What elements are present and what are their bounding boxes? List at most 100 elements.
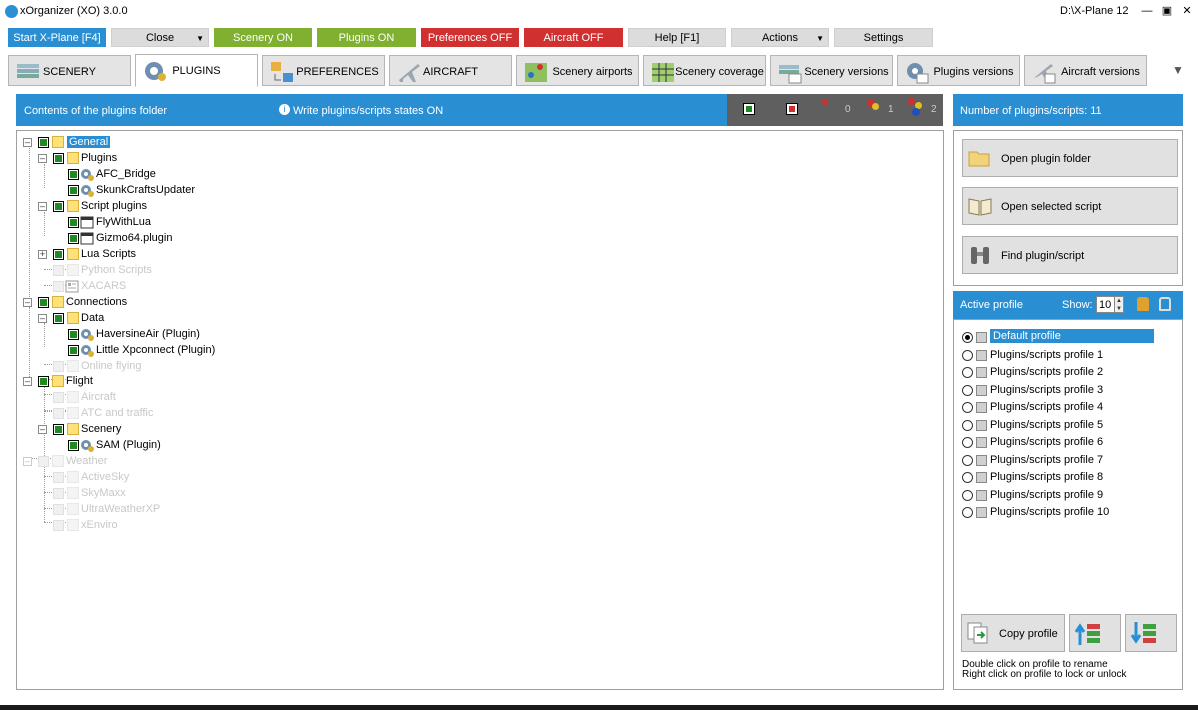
profile-radio[interactable] [962, 437, 973, 448]
enable-checkbox[interactable] [53, 472, 64, 483]
profile-radio[interactable] [962, 385, 973, 396]
find-plugin-button[interactable]: Find plugin/script [962, 236, 1178, 274]
enable-checkbox[interactable] [53, 201, 64, 212]
settings-button[interactable]: Settings [834, 28, 933, 47]
collapse-icon[interactable]: – [23, 298, 32, 307]
unlock-all-icon[interactable] [1159, 297, 1171, 311]
tree-node-gizmo64[interactable]: Gizmo64.plugin [68, 231, 208, 246]
tree-node-xenviro[interactable]: xEnviro [53, 518, 193, 533]
profile-item-4[interactable]: Plugins/scripts profile 4 [962, 399, 1152, 416]
enable-checkbox[interactable] [68, 217, 79, 228]
tree-node-lua-scripts[interactable]: + Lua Scripts [38, 247, 178, 262]
close-button[interactable]: Close ▼ [111, 28, 209, 47]
tab-preferences[interactable]: PREFERENCES [262, 55, 385, 86]
tree-node-flight[interactable]: – Flight [23, 374, 163, 389]
enable-checkbox[interactable] [38, 376, 49, 387]
profile-radio[interactable] [962, 350, 973, 361]
collapse-icon[interactable]: – [23, 138, 32, 147]
profile-item-9[interactable]: Plugins/scripts profile 9 [962, 487, 1152, 504]
tree-node-flywithlua[interactable]: FlyWithLua [68, 215, 208, 230]
enable-checkbox[interactable] [53, 281, 64, 292]
enable-checkbox[interactable] [53, 153, 64, 164]
enable-checkbox[interactable] [53, 424, 64, 435]
open-selected-script-button[interactable]: Open selected script [962, 187, 1178, 225]
profile-item-3[interactable]: Plugins/scripts profile 3 [962, 382, 1152, 399]
enable-checkbox[interactable] [53, 265, 64, 276]
enable-checkbox[interactable] [53, 313, 64, 324]
tab-plugins-versions[interactable]: Plugins versions [897, 55, 1020, 86]
tree-node-scenery[interactable]: – Scenery [38, 422, 178, 437]
tree-node-general[interactable]: – General [23, 135, 143, 150]
collapse-icon[interactable]: – [38, 314, 47, 323]
help-button[interactable]: Help [F1] [628, 28, 726, 47]
collapse-icon[interactable]: – [38, 154, 47, 163]
tab-scenery-coverage[interactable]: Scenery coverage [643, 55, 766, 86]
enable-checkbox[interactable] [38, 297, 49, 308]
tree-node-little-xpconnect[interactable]: Little Xpconnect (Plugin) [68, 343, 238, 358]
enable-checkbox[interactable] [68, 329, 79, 340]
enable-checkbox[interactable] [68, 233, 79, 244]
tree-node-data[interactable]: – Data [38, 311, 178, 326]
profile-radio[interactable] [962, 490, 973, 501]
tree-node-skymaxx[interactable]: SkyMaxx [53, 486, 193, 501]
scenery-on-button[interactable]: Scenery ON [214, 28, 312, 47]
profile-radio[interactable] [962, 455, 973, 466]
tabs-overflow-icon[interactable]: ▼ [1172, 63, 1184, 77]
profile-radio[interactable] [962, 507, 973, 518]
tree-node-afc-bridge[interactable]: AFC_Bridge [68, 167, 208, 182]
profile-item-2[interactable]: Plugins/scripts profile 2 [962, 364, 1152, 381]
profile-item-8[interactable]: Plugins/scripts profile 8 [962, 469, 1152, 486]
tree-node-python-scripts[interactable]: Python Scripts [53, 263, 193, 278]
enable-checkbox[interactable] [53, 361, 64, 372]
collapse-icon[interactable]: – [38, 202, 47, 211]
plugins-on-button[interactable]: Plugins ON [317, 28, 416, 47]
tree-node-weather[interactable]: – Weather [23, 454, 163, 469]
preferences-off-button[interactable]: Preferences OFF [421, 28, 519, 47]
write-states-toggle[interactable]: Write plugins/scripts states ON [293, 105, 443, 117]
expand-icon[interactable]: + [38, 250, 47, 259]
enable-checkbox[interactable] [38, 137, 49, 148]
enable-checkbox[interactable] [68, 185, 79, 196]
start-xplane-button[interactable]: Start X-Plane [F4] [8, 28, 106, 47]
profile-item-default[interactable]: Default profile [962, 329, 1154, 346]
profile-radio[interactable] [962, 402, 973, 413]
enabled-legend-icon[interactable] [743, 103, 755, 115]
tree-node-skunkcrafts-updater[interactable]: SkunkCraftsUpdater [68, 183, 228, 198]
lock-all-icon[interactable] [1137, 297, 1149, 311]
enable-checkbox[interactable] [38, 456, 49, 467]
tree-node-script-plugins[interactable]: – Script plugins [38, 199, 178, 214]
disabled-legend-icon[interactable] [786, 103, 798, 115]
move-profile-down-button[interactable] [1125, 614, 1177, 652]
enable-checkbox[interactable] [53, 488, 64, 499]
tab-aircraft[interactable]: AIRCRAFT [389, 55, 512, 86]
collapse-icon[interactable]: – [23, 377, 32, 386]
tree-node-haversineair[interactable]: HaversineAir (Plugin) [68, 327, 228, 342]
copy-profile-button[interactable]: Copy profile [961, 614, 1065, 652]
tree-node-activesky[interactable]: ActiveSky [53, 470, 193, 485]
enable-checkbox[interactable] [53, 408, 64, 419]
maximize-icon[interactable]: ▣ [1160, 4, 1174, 18]
aircraft-off-button[interactable]: Aircraft OFF [524, 28, 623, 47]
profile-radio[interactable] [962, 472, 973, 483]
tree-node-aircraft[interactable]: Aircraft [53, 390, 193, 405]
profile-radio[interactable] [962, 367, 973, 378]
tab-scenery-versions[interactable]: Scenery versions [770, 55, 893, 86]
enable-checkbox[interactable] [53, 520, 64, 531]
profile-radio[interactable] [962, 420, 973, 431]
collapse-icon[interactable]: – [38, 425, 47, 434]
enable-checkbox[interactable] [68, 169, 79, 180]
enable-checkbox[interactable] [53, 249, 64, 260]
tree-node-xacars[interactable]: XACARS [53, 279, 193, 294]
tree-node-sam[interactable]: SAM (Plugin) [68, 438, 208, 453]
tab-aircraft-versions[interactable]: Aircraft versions [1024, 55, 1147, 86]
tree-node-atc-traffic[interactable]: ATC and traffic [53, 406, 193, 421]
profile-item-6[interactable]: Plugins/scripts profile 6 [962, 434, 1152, 451]
collapse-icon[interactable]: – [23, 457, 32, 466]
tree-node-online-flying[interactable]: Online flying [53, 359, 193, 374]
profile-item-5[interactable]: Plugins/scripts profile 5 [962, 417, 1152, 434]
spinner-arrows-icon[interactable]: ▲ ▼ [1114, 296, 1124, 313]
profile-radio[interactable] [962, 332, 973, 343]
plugins-tree[interactable]: – General – Plugins AFC_Bridge SkunkCrafts… [16, 130, 944, 690]
tab-scenery-airports[interactable]: Scenery airports [516, 55, 639, 86]
enable-checkbox[interactable] [68, 345, 79, 356]
